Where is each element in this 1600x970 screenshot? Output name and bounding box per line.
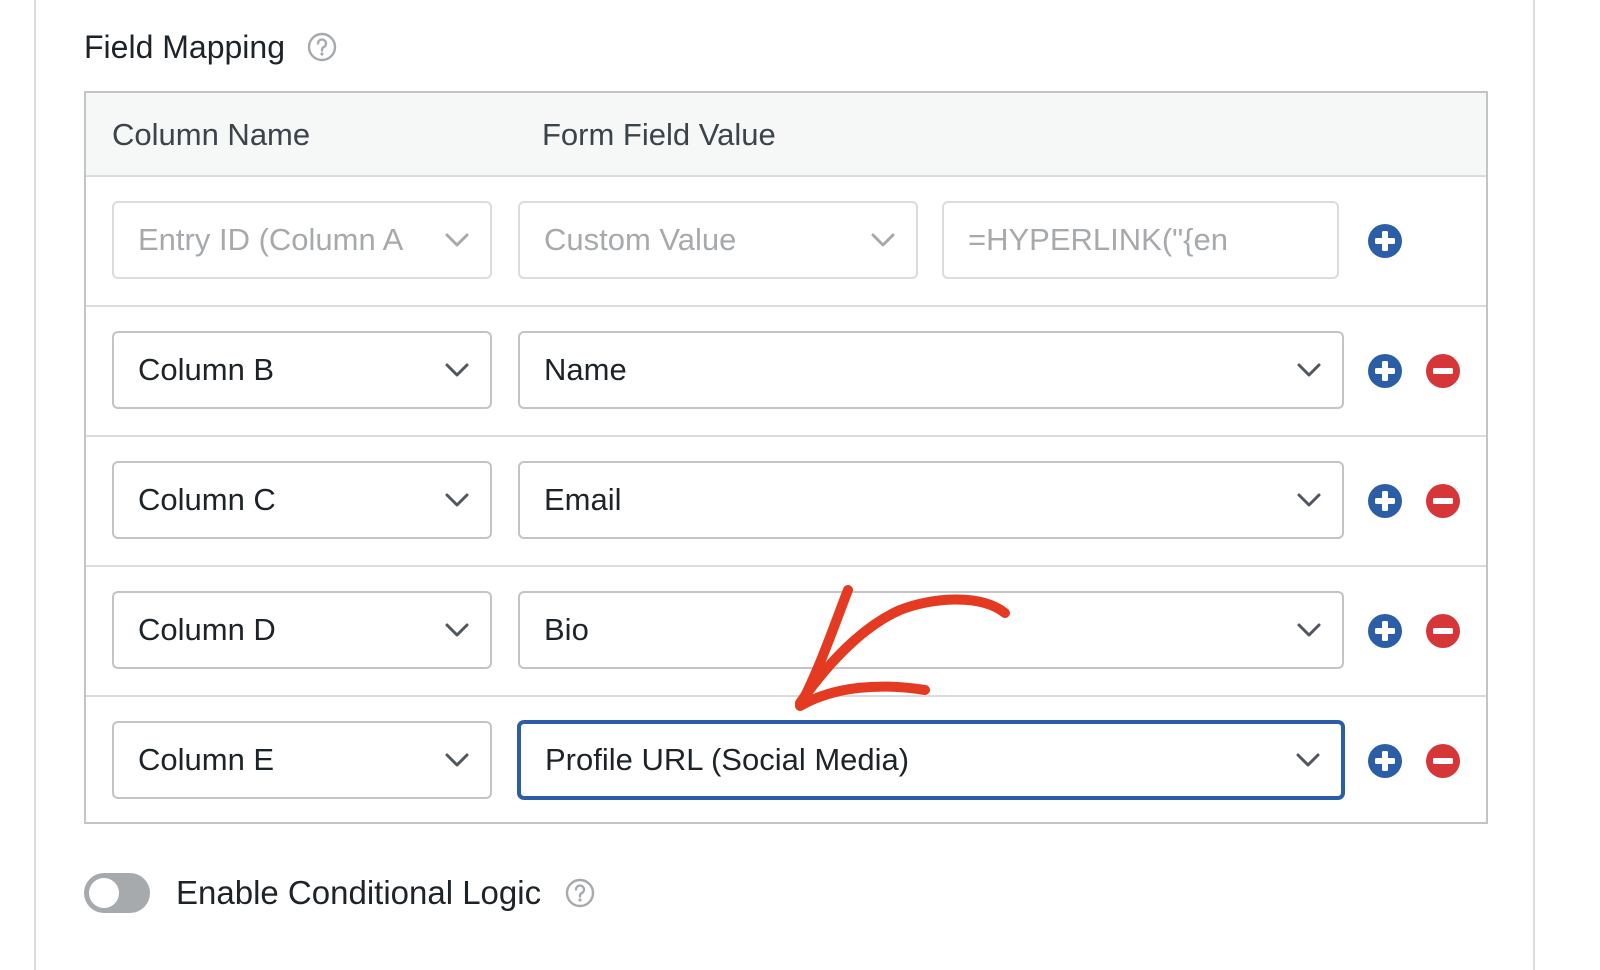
form-field-select-value: Bio: [544, 612, 589, 647]
column-select-value: Column D: [138, 612, 276, 647]
custom-value-input[interactable]: =HYPERLINK("{en: [942, 201, 1339, 279]
column-select[interactable]: Column E: [112, 721, 492, 799]
add-row-button[interactable]: [1367, 483, 1403, 519]
help-icon[interactable]: [565, 878, 595, 908]
field-mapping-table: Column Name Form Field Value Entry ID (C…: [84, 91, 1488, 824]
table-row: Entry ID (Column A Custom Value =HYPERLI…: [86, 177, 1486, 307]
table-row: Column B Name: [86, 307, 1486, 437]
header-form-field-value: Form Field Value: [542, 117, 776, 152]
form-field-select-value: Email: [544, 482, 622, 517]
chevron-down-icon: [442, 355, 472, 385]
conditional-logic-label: Enable Conditional Logic: [176, 874, 542, 911]
table-row: Column E Profile URL (Social Media): [86, 697, 1486, 827]
form-field-select[interactable]: Profile URL (Social Media): [518, 721, 1344, 799]
form-field-select-value: Custom Value: [544, 222, 737, 257]
column-select[interactable]: Column D: [112, 591, 492, 669]
add-row-button[interactable]: [1367, 223, 1403, 259]
remove-row-button[interactable]: [1425, 483, 1461, 519]
chevron-down-icon: [1294, 355, 1324, 385]
remove-row-button[interactable]: [1425, 613, 1461, 649]
chevron-down-icon: [1293, 745, 1323, 775]
add-row-button[interactable]: [1367, 613, 1403, 649]
chevron-down-icon: [1294, 615, 1324, 645]
column-select-value: Column C: [138, 482, 276, 517]
form-field-select-value: Name: [544, 352, 627, 387]
help-icon[interactable]: [307, 32, 337, 62]
form-field-select[interactable]: Email: [518, 461, 1344, 539]
conditional-logic-row: Enable Conditional Logic: [84, 868, 595, 918]
remove-row-button[interactable]: [1425, 353, 1461, 389]
conditional-logic-toggle[interactable]: [84, 873, 150, 913]
chevron-down-icon: [442, 225, 472, 255]
field-mapping-heading: Field Mapping: [84, 24, 337, 70]
column-select[interactable]: Column C: [112, 461, 492, 539]
chevron-down-icon: [868, 225, 898, 255]
column-select-value: Column E: [138, 742, 275, 777]
table-header: Column Name Form Field Value: [86, 93, 1486, 177]
table-row: Column D Bio: [86, 567, 1486, 697]
table-row: Column C Email: [86, 437, 1486, 567]
add-row-button[interactable]: [1367, 353, 1403, 389]
custom-value-text: =HYPERLINK("{en: [968, 222, 1228, 257]
chevron-down-icon: [442, 485, 472, 515]
form-field-select[interactable]: Custom Value: [518, 201, 918, 279]
column-select-value: Column B: [138, 352, 275, 387]
section-title: Field Mapping: [84, 28, 285, 65]
add-row-button[interactable]: [1367, 743, 1403, 779]
header-column-name: Column Name: [112, 117, 311, 152]
form-field-select-value: Profile URL (Social Media): [545, 742, 910, 777]
toggle-knob: [89, 878, 119, 908]
form-field-select[interactable]: Bio: [518, 591, 1344, 669]
chevron-down-icon: [442, 615, 472, 645]
chevron-down-icon: [442, 745, 472, 775]
form-field-select[interactable]: Name: [518, 331, 1344, 409]
column-select-value: Entry ID (Column A: [138, 222, 404, 257]
column-select[interactable]: Column B: [112, 331, 492, 409]
remove-row-button[interactable]: [1425, 743, 1461, 779]
chevron-down-icon: [1294, 485, 1324, 515]
column-select[interactable]: Entry ID (Column A: [112, 201, 492, 279]
